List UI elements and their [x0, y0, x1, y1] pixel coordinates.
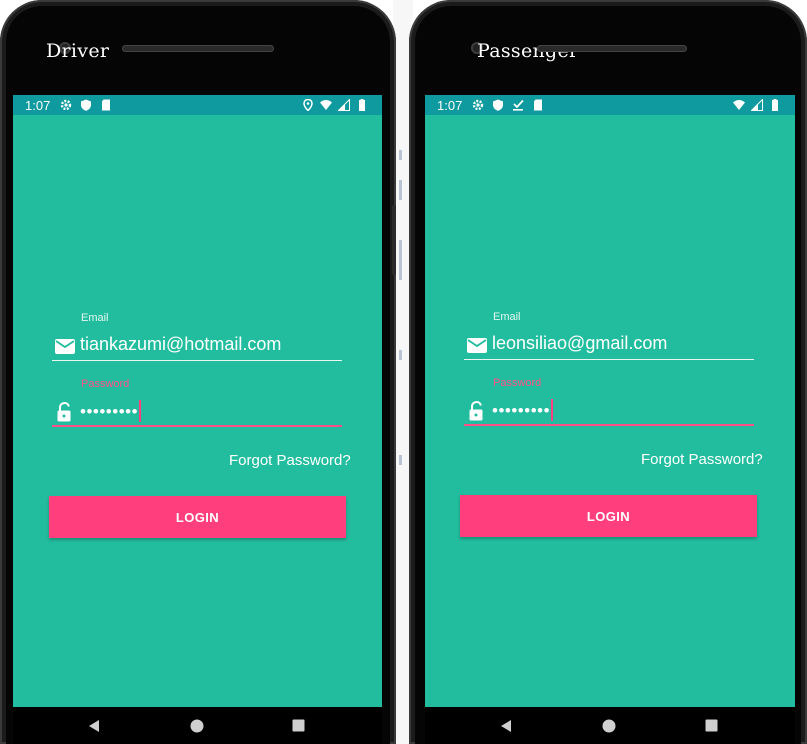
wifi-icon [733, 99, 745, 111]
back-icon[interactable] [87, 719, 101, 733]
password-dots: ••••••••• [80, 402, 139, 421]
login-label: LOGIN [175, 510, 220, 525]
phone-driver: Driver 1:07 Email tiankazumi@hotmail.com… [0, 0, 396, 744]
recents-icon[interactable] [292, 719, 305, 732]
email-field[interactable]: tiankazumi@hotmail.com [52, 331, 342, 361]
home-icon[interactable] [602, 719, 616, 733]
gap-mark [399, 350, 402, 360]
email-label: Email [493, 311, 521, 323]
settings-icon [60, 99, 72, 111]
speaker-grille [122, 45, 274, 52]
email-value: tiankazumi@hotmail.com [80, 334, 282, 354]
status-bar: 1:07 [425, 95, 795, 115]
email-underline [464, 359, 754, 360]
sd-card-icon [532, 99, 544, 111]
status-bar: 1:07 [13, 95, 382, 115]
email-underline [52, 360, 342, 361]
sd-card-icon [100, 99, 112, 111]
email-label: Email [81, 312, 109, 324]
gap-mark [399, 180, 402, 200]
signal-icon [751, 99, 763, 111]
app-screen: 1:07 Email leonsiliao@gmail.com Password… [425, 95, 795, 707]
unlock-icon [466, 401, 488, 421]
recents-icon[interactable] [705, 719, 718, 732]
text-caret [551, 399, 554, 421]
email-field[interactable]: leonsiliao@gmail.com [464, 330, 754, 360]
forgot-password-link[interactable]: Forgot Password? [641, 451, 763, 468]
gap-mark [399, 455, 402, 465]
login-button[interactable]: LOGIN [49, 496, 346, 538]
battery-icon [769, 99, 781, 111]
shield-icon [80, 99, 92, 111]
password-dots: ••••••••• [492, 401, 551, 420]
unlock-icon [54, 402, 76, 422]
password-field[interactable]: ••••••••• [52, 397, 342, 427]
speaker-grille [537, 45, 687, 52]
settings-icon [472, 99, 484, 111]
forgot-password-link[interactable]: Forgot Password? [229, 452, 351, 469]
phone-passenger: Passenger 1:07 Email leonsiliao@gmail.co… [409, 0, 807, 744]
location-icon [302, 99, 314, 111]
battery-icon [356, 99, 368, 111]
password-underline [464, 424, 754, 426]
gap-mark [399, 150, 402, 160]
envelope-icon [466, 335, 488, 355]
email-value: leonsiliao@gmail.com [492, 333, 668, 353]
download-done-icon [512, 99, 524, 111]
status-time: 1:07 [25, 98, 51, 113]
password-value: ••••••••• [80, 400, 142, 422]
wifi-icon [320, 99, 332, 111]
status-time: 1:07 [437, 98, 463, 113]
nav-bar [13, 707, 382, 744]
password-field[interactable]: ••••••••• [464, 396, 754, 426]
gap-mark [399, 240, 402, 280]
app-screen: 1:07 Email tiankazumi@hotmail.com Passwo… [13, 95, 382, 707]
phone-title: Driver [46, 40, 110, 62]
back-icon[interactable] [499, 719, 513, 733]
shield-icon [492, 99, 504, 111]
envelope-icon [54, 336, 76, 356]
home-icon[interactable] [190, 719, 204, 733]
login-label: LOGIN [586, 509, 631, 524]
signal-icon [338, 99, 350, 111]
password-value: ••••••••• [492, 399, 554, 421]
password-label: Password [493, 377, 542, 389]
volume-button [392, 205, 396, 275]
login-button[interactable]: LOGIN [460, 495, 757, 537]
password-underline [52, 425, 342, 427]
text-caret [139, 400, 142, 422]
nav-bar [425, 707, 795, 744]
password-label: Password [81, 378, 130, 390]
